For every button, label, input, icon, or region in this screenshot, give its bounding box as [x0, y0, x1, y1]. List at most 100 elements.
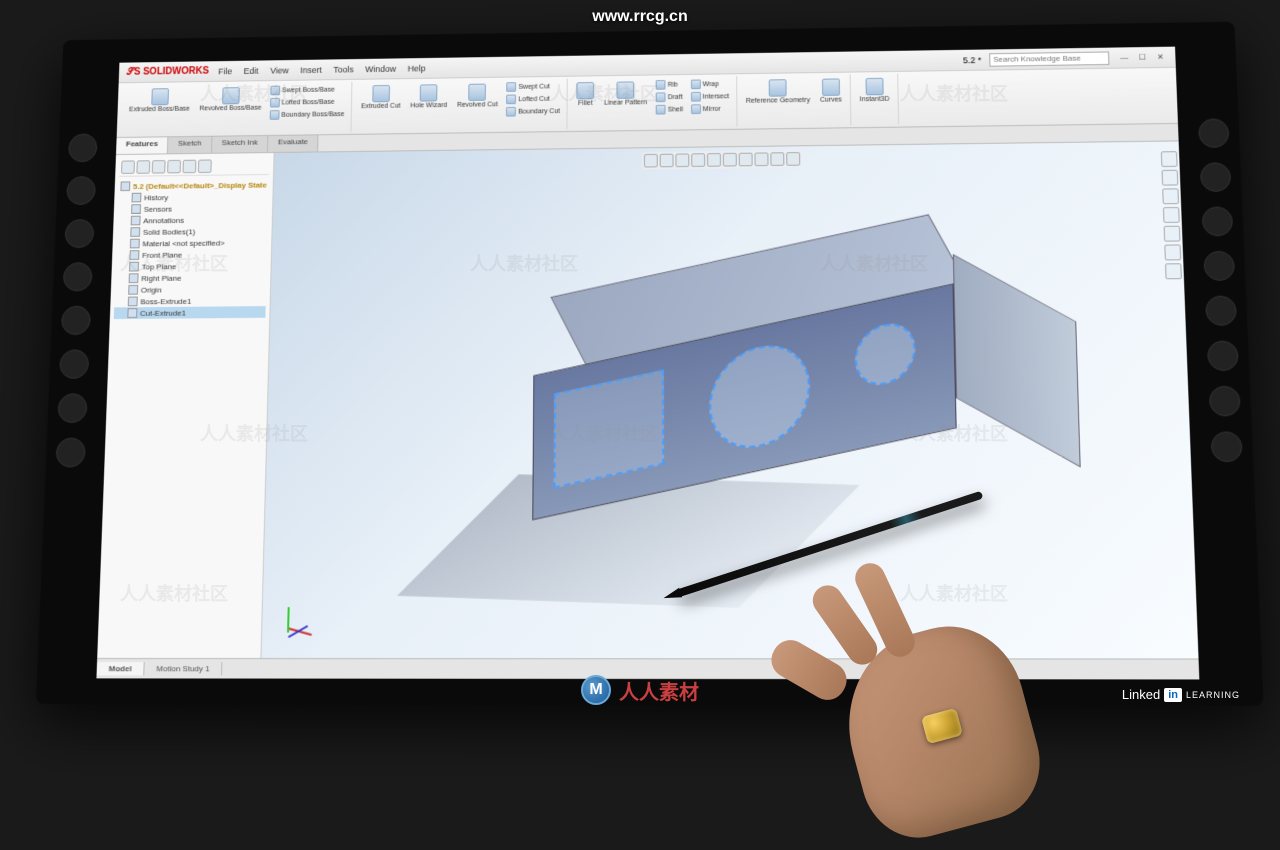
tree-tab-icon[interactable]	[167, 160, 181, 173]
large-circular-cutout-sketch[interactable]	[709, 336, 810, 458]
swept-cut-button[interactable]: Swept Cut	[504, 81, 563, 93]
tablet-button[interactable]	[1200, 162, 1232, 192]
shell-button[interactable]: Shell	[653, 104, 686, 116]
tab-motion-study[interactable]: Motion Study 1	[144, 662, 223, 675]
draft-button[interactable]: Draft	[653, 91, 686, 103]
linear-pattern-icon	[617, 81, 635, 98]
tab-sketch-ink[interactable]: Sketch Ink	[212, 136, 269, 153]
swept-boss-icon	[270, 86, 280, 96]
task-pane-tab[interactable]	[1162, 188, 1179, 204]
wrap-button[interactable]: Wrap	[688, 78, 732, 90]
tablet-button[interactable]	[1203, 251, 1235, 281]
tablet-device-frame: 𝒮S SOLIDWORKS File Edit View Insert Tool…	[36, 22, 1264, 706]
orientation-triad[interactable]	[277, 602, 318, 643]
search-input[interactable]	[989, 51, 1109, 66]
extruded-boss-button[interactable]: Extruded Boss/Base	[125, 86, 195, 123]
tree-tab-icon[interactable]	[198, 159, 212, 172]
tab-sketch[interactable]: Sketch	[168, 137, 212, 154]
tablet-button[interactable]	[68, 133, 98, 162]
extruded-boss-icon	[151, 88, 169, 105]
close-button[interactable]: ✕	[1153, 51, 1167, 63]
tablet-button[interactable]	[57, 393, 87, 423]
menu-help[interactable]: Help	[408, 63, 426, 73]
tablet-button[interactable]	[1207, 341, 1239, 371]
tablet-button[interactable]	[64, 219, 94, 248]
menu-tools[interactable]: Tools	[333, 64, 353, 74]
plane-icon	[129, 273, 139, 283]
revolved-boss-button[interactable]: Revolved Boss/Base	[195, 85, 266, 122]
zoom-area-icon[interactable]	[659, 154, 673, 168]
zoom-fit-icon[interactable]	[643, 154, 657, 168]
task-pane-tab[interactable]	[1164, 226, 1181, 242]
mirror-icon	[691, 104, 701, 114]
section-view-icon[interactable]	[691, 153, 705, 167]
tree-tab-icon[interactable]	[121, 160, 135, 173]
tree-tab-icon[interactable]	[136, 160, 150, 173]
view-orientation-icon[interactable]	[707, 153, 721, 167]
menu-view[interactable]: View	[270, 65, 289, 75]
task-pane-tab[interactable]	[1164, 244, 1181, 260]
lofted-cut-button[interactable]: Lofted Cut	[504, 93, 563, 105]
tree-cutextrude-item[interactable]: Cut-Extrude1	[114, 306, 266, 319]
task-pane-tab[interactable]	[1161, 151, 1178, 167]
display-style-icon[interactable]	[722, 153, 736, 167]
swept-boss-button[interactable]: Swept Boss/Base	[267, 84, 348, 96]
curves-button[interactable]: Curves	[816, 76, 846, 105]
view-settings-icon[interactable]	[786, 152, 800, 166]
tablet-button[interactable]	[1205, 296, 1237, 326]
tablet-button[interactable]	[63, 262, 93, 291]
edit-appearance-icon[interactable]	[754, 152, 768, 166]
tablet-button[interactable]	[59, 349, 89, 378]
menu-edit[interactable]: Edit	[244, 66, 259, 76]
tab-evaluate[interactable]: Evaluate	[268, 135, 319, 152]
tablet-button[interactable]	[1210, 431, 1242, 462]
task-pane-tab[interactable]	[1165, 263, 1182, 279]
menu-window[interactable]: Window	[365, 64, 396, 74]
prev-view-icon[interactable]	[675, 153, 689, 167]
mirror-button[interactable]: Mirror	[688, 103, 732, 115]
revolved-cut-button[interactable]: Revolved Cut	[453, 81, 502, 118]
hole-wizard-button[interactable]: Hole Wizard	[406, 82, 451, 119]
apply-scene-icon[interactable]	[770, 152, 784, 166]
tablet-button[interactable]	[61, 306, 91, 335]
3d-model[interactable]	[532, 298, 916, 480]
rectangular-cutout-sketch[interactable]	[553, 370, 664, 489]
swept-cut-icon	[507, 82, 517, 92]
tab-model[interactable]: Model	[97, 662, 145, 675]
linear-pattern-button[interactable]: Linear Pattern	[600, 79, 651, 116]
tablet-button[interactable]	[1202, 206, 1234, 236]
boundary-cut-button[interactable]: Boundary Cut	[503, 105, 562, 117]
menu-bar: File Edit View Insert Tools Window Help	[218, 63, 425, 76]
lofted-boss-button[interactable]: Lofted Boss/Base	[267, 96, 348, 108]
model-side-face[interactable]	[952, 254, 1080, 467]
graphics-viewport[interactable]	[261, 141, 1198, 658]
menu-insert[interactable]: Insert	[300, 65, 322, 75]
tablet-button[interactable]	[66, 176, 96, 205]
origin-icon	[128, 285, 138, 295]
solid-bodies-icon	[130, 227, 140, 237]
extruded-cut-button[interactable]: Extruded Cut	[357, 83, 405, 120]
task-pane-tab[interactable]	[1163, 207, 1180, 223]
boundary-boss-button[interactable]: Boundary Boss/Base	[267, 108, 348, 120]
hide-show-icon[interactable]	[738, 153, 752, 167]
intersect-button[interactable]: Intersect	[688, 91, 732, 103]
tab-features[interactable]: Features	[116, 137, 169, 154]
tablet-button[interactable]	[1209, 386, 1241, 417]
small-circular-cutout-sketch[interactable]	[854, 318, 915, 391]
instant3d-button[interactable]: Instant3D	[855, 76, 893, 105]
menu-file[interactable]: File	[218, 66, 232, 76]
reference-geometry-button[interactable]: Reference Geometry	[742, 77, 814, 107]
tree-tab-icon[interactable]	[182, 160, 196, 173]
minimize-button[interactable]: —	[1117, 52, 1131, 64]
solidworks-logo: 𝒮S SOLIDWORKS	[126, 66, 208, 78]
tablet-button[interactable]	[1198, 118, 1230, 148]
rib-button[interactable]: Rib	[653, 79, 686, 91]
tablet-express-keys-left	[55, 133, 97, 467]
hole-wizard-icon	[420, 84, 438, 101]
maximize-button[interactable]: ☐	[1135, 51, 1149, 63]
fillet-button[interactable]: Fillet	[573, 80, 599, 117]
tablet-button[interactable]	[55, 438, 85, 468]
instant3d-icon	[865, 78, 883, 96]
tree-tab-icon[interactable]	[152, 160, 166, 173]
task-pane-tab[interactable]	[1162, 170, 1179, 186]
